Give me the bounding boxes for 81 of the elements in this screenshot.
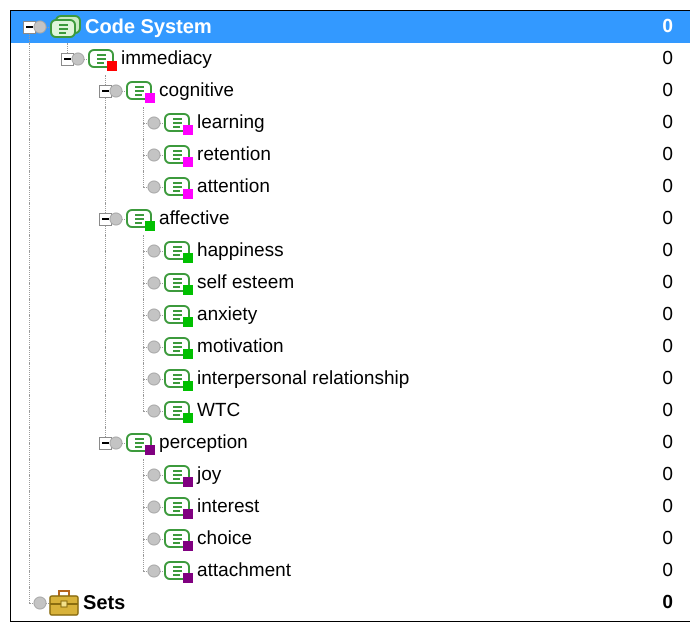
collapse-button[interactable] — [61, 52, 74, 66]
code-label: happiness — [197, 238, 284, 263]
status-dot-icon — [147, 276, 161, 290]
code-label: self esteem — [197, 270, 294, 295]
code-tag-icon — [163, 303, 193, 327]
code-system-icon — [49, 15, 81, 39]
code-tag-icon — [163, 367, 193, 391]
code-tag-icon — [163, 239, 193, 263]
code-label: motivation — [197, 334, 284, 359]
code-tag-icon — [163, 559, 193, 583]
code-label: immediacy — [121, 46, 212, 71]
status-dot-icon — [147, 500, 161, 514]
count-value: 0 — [662, 366, 673, 391]
collapse-button[interactable] — [99, 84, 112, 98]
count-value: 0 — [662, 238, 673, 263]
code-label: retention — [197, 142, 271, 167]
code-label: attention — [197, 174, 270, 199]
status-dot-icon — [147, 468, 161, 482]
code-label: Code System — [85, 15, 212, 40]
code-label: cognitive — [159, 78, 234, 103]
count-value: 0 — [662, 270, 673, 295]
count-value: 0 — [662, 430, 673, 455]
status-dot-icon — [147, 116, 161, 130]
code-label: choice — [197, 526, 252, 551]
code-tag-icon — [163, 175, 193, 199]
status-dot-icon — [71, 52, 85, 66]
status-dot-icon — [147, 308, 161, 322]
code-tag-icon — [125, 207, 155, 231]
count-value: 0 — [662, 14, 673, 39]
status-dot-icon — [147, 404, 161, 418]
briefcase-icon — [49, 590, 79, 616]
count-value: 0 — [662, 590, 673, 615]
code-tag-icon — [163, 271, 193, 295]
count-value: 0 — [662, 398, 673, 423]
count-value: 0 — [662, 110, 673, 135]
code-label: attachment — [197, 558, 291, 583]
status-dot-icon — [147, 372, 161, 386]
status-dot-icon — [33, 596, 47, 610]
code-tag-icon — [163, 463, 193, 487]
code-tag-icon — [163, 495, 193, 519]
count-value: 0 — [662, 334, 673, 359]
code-label: learning — [197, 110, 265, 135]
code-label: Sets — [83, 591, 126, 616]
status-dot-icon — [147, 564, 161, 578]
status-dot-icon — [147, 148, 161, 162]
collapse-button[interactable] — [99, 212, 112, 226]
code-tag-icon — [125, 431, 155, 455]
code-tag-icon — [163, 399, 193, 423]
count-value: 0 — [662, 46, 673, 71]
count-value: 0 — [662, 302, 673, 327]
status-dot-icon — [147, 244, 161, 258]
status-dot-icon — [109, 212, 123, 226]
code-tag-icon — [163, 527, 193, 551]
code-label: interpersonal relationship — [197, 366, 410, 391]
count-value: 0 — [662, 526, 673, 551]
count-value: 0 — [662, 206, 673, 231]
status-dot-icon — [147, 180, 161, 194]
status-dot-icon — [147, 340, 161, 354]
code-label: joy — [197, 462, 222, 487]
code-tag-icon — [163, 143, 193, 167]
code-tag-icon — [163, 111, 193, 135]
count-value: 0 — [662, 462, 673, 487]
code-tag-icon — [125, 79, 155, 103]
code-tag-icon — [87, 47, 117, 71]
count-value: 0 — [662, 174, 673, 199]
count-value: 0 — [662, 142, 673, 167]
code-label: WTC — [197, 398, 240, 423]
code-label: interest — [197, 494, 260, 519]
count-value: 0 — [662, 494, 673, 519]
collapse-button[interactable] — [23, 20, 36, 34]
status-dot-icon — [109, 84, 123, 98]
count-value: 0 — [662, 78, 673, 103]
code-label: perception — [159, 430, 248, 455]
status-dot-icon — [33, 20, 47, 34]
count-value: 0 — [662, 558, 673, 583]
collapse-button[interactable] — [99, 436, 112, 450]
status-dot-icon — [109, 436, 123, 450]
code-label: affective — [159, 206, 230, 231]
code-label: anxiety — [197, 302, 258, 327]
code-tag-icon — [163, 335, 193, 359]
status-dot-icon — [147, 532, 161, 546]
